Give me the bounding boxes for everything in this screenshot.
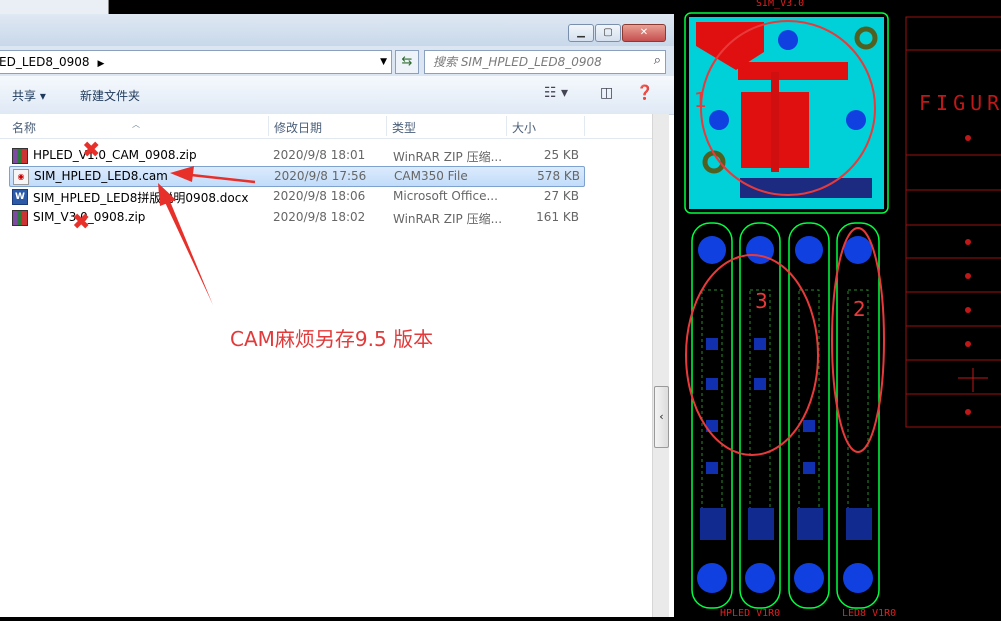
pcb-top-label: SIM_V3.0 [756,0,804,9]
region-number: 2 [853,297,866,321]
annotation-arrow-line [181,172,256,184]
mounting-hole [709,110,729,130]
strip-boards [691,222,880,609]
mounting-hole [778,30,798,50]
region-number: 3 [755,289,768,313]
copper-trace [771,72,779,172]
copper-trace [738,62,848,80]
figure-frame [905,16,1001,428]
region-number: 1 [694,88,707,112]
annotation-text: CAM麻烦另存9.5 版本 [230,327,434,351]
pcb-bottom-label: LED8_V1R0 [842,608,896,617]
figure-label: FIGUR [919,91,1001,115]
cross-mark-icon: ✖ [72,210,91,235]
mounting-hole [846,110,866,130]
annotation-arrowhead-icon [158,183,176,206]
annotation-arrowhead-icon [170,166,194,182]
connector-pads [740,178,872,198]
pcb-bottom-label: HPLED_V1R0 [720,608,780,617]
annotation-overlay [158,166,256,305]
pcb-layout-view: SIM_V3.0 1 3 2 HPLED_V1R0 LED8_V1R0 FIGU… [676,0,1001,619]
pcb-drawing: SIM_V3.0 1 3 2 HPLED_V1R0 LED8_V1R0 FIGU… [684,0,1001,619]
annotation-pointer-line [162,194,213,305]
cross-mark-icon: ✖ [82,138,101,163]
